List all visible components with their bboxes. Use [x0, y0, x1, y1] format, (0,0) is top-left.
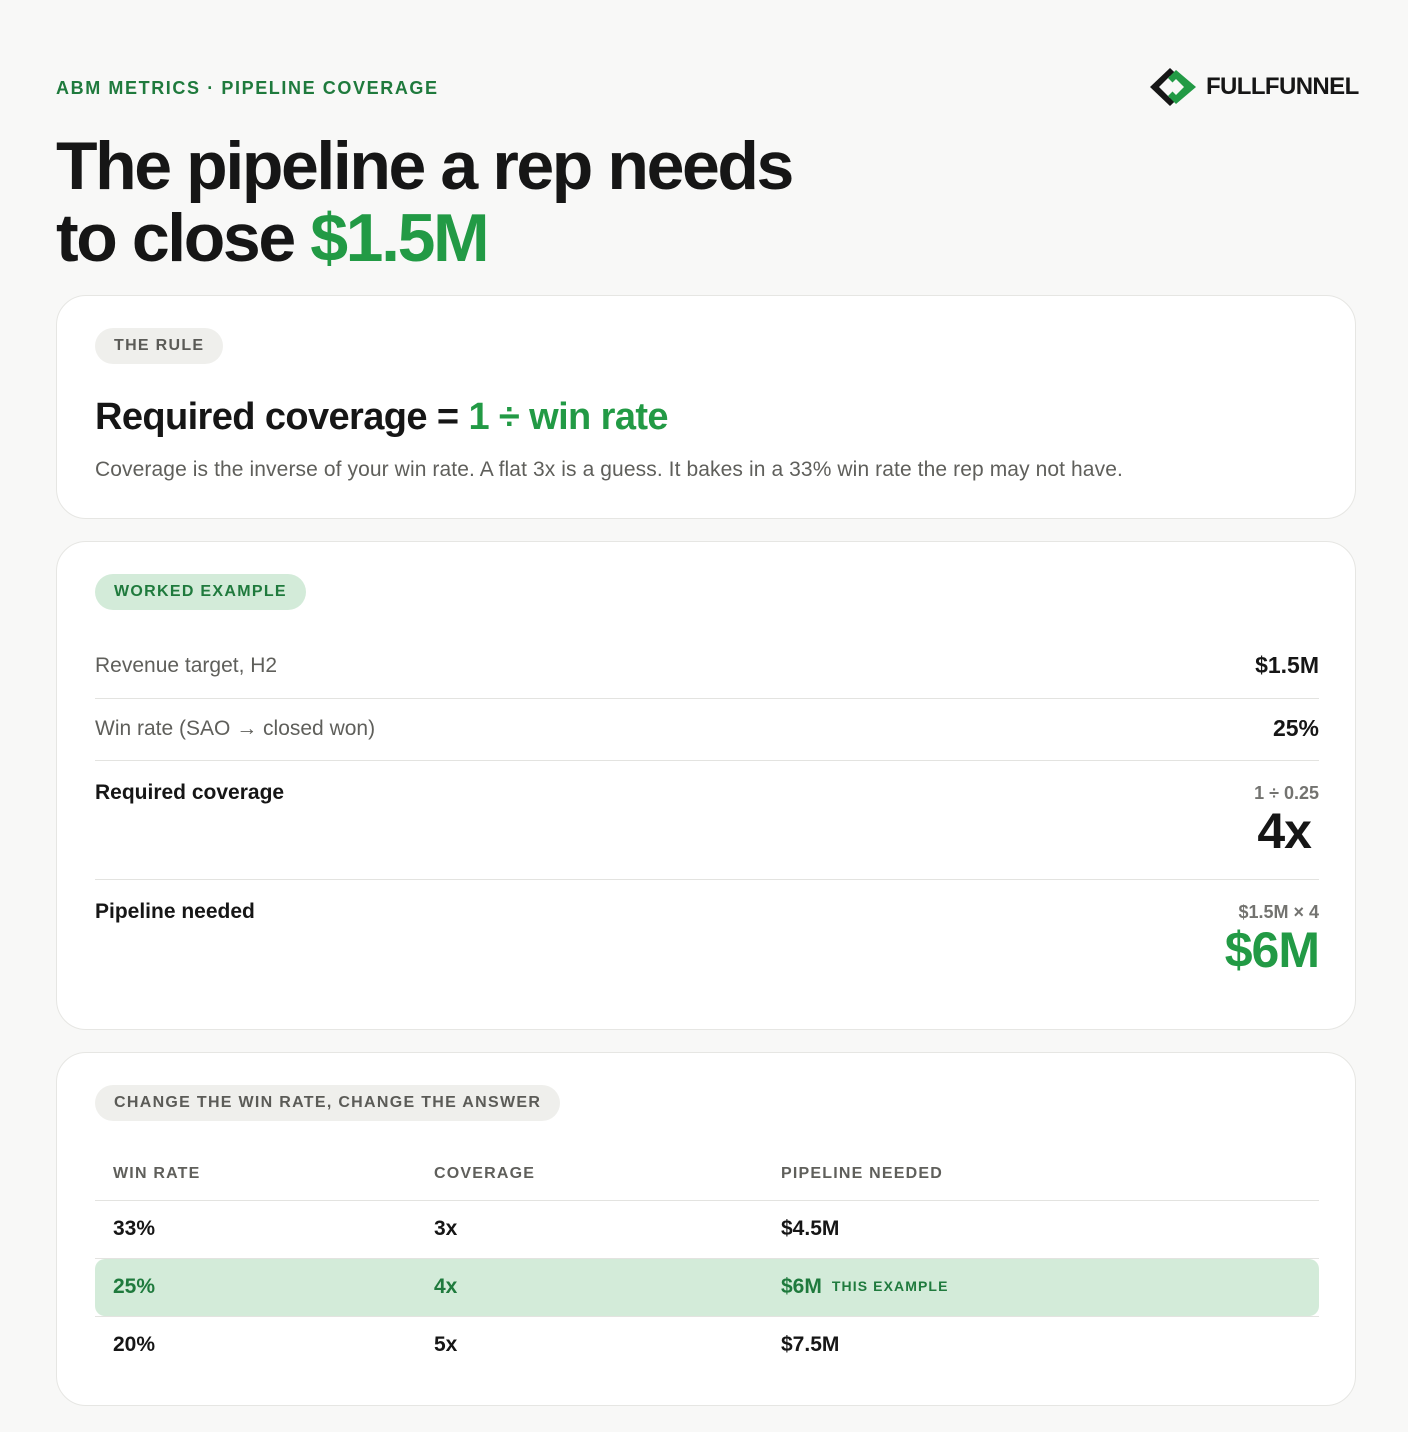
example-row-label: Revenue target, H2: [95, 654, 278, 677]
logo-wordmark: FULLFUNNEL: [1206, 73, 1359, 100]
column-header-coverage: COVERAGE: [434, 1165, 536, 1182]
page-title: The pipeline a rep needs to close $1.5M: [56, 128, 794, 276]
eyebrow-label: ABM METRICS · PIPELINE COVERAGE: [56, 78, 439, 98]
title-line-1: The pipeline a rep needs: [56, 128, 794, 204]
example-row-value: 25%: [1272, 715, 1319, 741]
cell-pipeline: $7.5M: [781, 1333, 840, 1356]
example-row-win-rate: Win rate (SAO → closed won) 25%: [95, 700, 1319, 761]
table-row: 20% 5x $7.5M: [95, 1317, 1319, 1374]
example-row-revenue: Revenue target, H2 $1.5M: [95, 638, 1319, 699]
rule-formula-prefix: Required coverage =: [95, 396, 469, 438]
cell-pipeline: $4.5M: [781, 1217, 840, 1240]
example-row-label: Win rate (SAO → closed won): [95, 717, 376, 740]
cell-win-rate: 33%: [113, 1217, 156, 1240]
example-row-label: Pipeline needed: [95, 900, 255, 923]
table-row: 33% 3x $4.5M: [95, 1201, 1319, 1258]
column-header-win-rate: WIN RATE: [113, 1165, 201, 1182]
fullfunnel-logo[interactable]: FULLFUNNEL: [1148, 66, 1359, 108]
table-pill: CHANGE THE WIN RATE, CHANGE THE ANSWER: [95, 1085, 561, 1121]
win-rate-table-card: CHANGE THE WIN RATE, CHANGE THE ANSWER W…: [56, 1052, 1356, 1406]
table-row-highlighted: 25% 4x $6M THIS EXAMPLE: [95, 1259, 1319, 1316]
cell-pipeline: $6M THIS EXAMPLE: [781, 1275, 949, 1299]
title-line-2-prefix: to close: [56, 200, 311, 276]
worked-example-card: WORKED EXAMPLE Revenue target, H2 $1.5M …: [56, 541, 1356, 1030]
cell-coverage: 3x: [434, 1217, 458, 1240]
example-row-pipeline: Pipeline needed $1.5M × 4 $6M: [95, 881, 1320, 991]
cell-pipeline-value: $6M: [781, 1275, 822, 1298]
example-row-value: 4x: [1257, 803, 1312, 859]
rule-formula-accent: 1 ÷ win rate: [468, 396, 668, 438]
title-target-amount: $1.5M: [310, 200, 489, 276]
fullfunnel-logo-icon: [1150, 68, 1196, 106]
example-row-calc: 1 ÷ 0.25: [1254, 783, 1319, 803]
rule-pill: THE RULE: [95, 328, 224, 364]
cell-win-rate: 20%: [113, 1333, 156, 1356]
example-row-calc: $1.5M × 4: [1238, 902, 1319, 922]
worked-example-pill: WORKED EXAMPLE: [95, 574, 306, 610]
example-row-value: $6M: [1224, 922, 1320, 978]
example-row-coverage: Required coverage 1 ÷ 0.25 4x: [95, 762, 1319, 880]
cell-win-rate: 25%: [113, 1275, 156, 1298]
rule-formula: Required coverage = 1 ÷ win rate: [95, 396, 669, 439]
cell-coverage: 5x: [434, 1333, 458, 1356]
cell-coverage: 4x: [434, 1275, 458, 1298]
rule-card: THE RULE Required coverage = 1 ÷ win rat…: [56, 295, 1356, 519]
example-row-label: Required coverage: [95, 781, 285, 804]
column-header-pipeline: PIPELINE NEEDED: [781, 1165, 944, 1182]
rule-description: Coverage is the inverse of your win rate…: [95, 458, 1123, 481]
example-row-value: $1.5M: [1255, 652, 1319, 678]
this-example-tag: THIS EXAMPLE: [831, 1278, 949, 1294]
